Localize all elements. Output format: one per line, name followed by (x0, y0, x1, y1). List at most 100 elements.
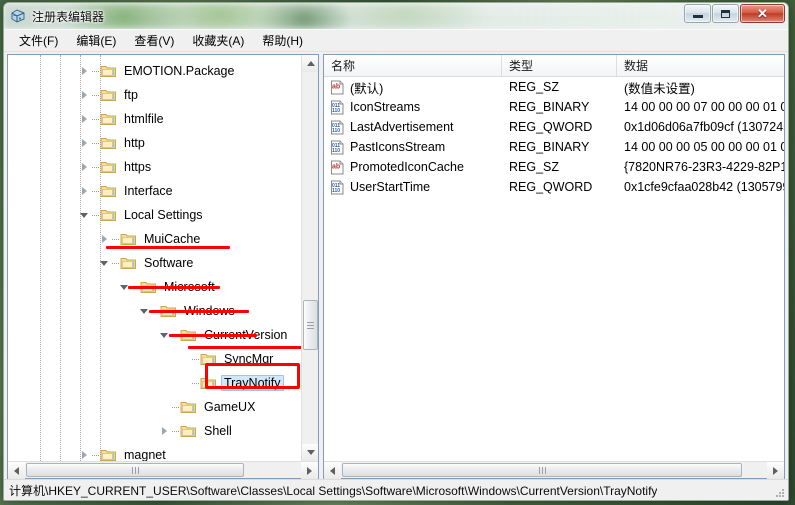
values-horizontal-scrollbar[interactable] (324, 461, 784, 479)
tree-item-syncmgr[interactable]: SyncMgr (8, 347, 301, 371)
tree-hscroll-thumb[interactable] (26, 463, 244, 477)
value-name-label: UserStartTime (350, 180, 431, 194)
collapse-arrow-icon[interactable] (96, 251, 112, 275)
tree-item-magnet[interactable]: magnet (8, 443, 301, 461)
expand-arrow-icon[interactable] (76, 59, 92, 83)
tree-scroll-thumb[interactable] (303, 300, 318, 350)
maximize-button[interactable] (712, 4, 739, 23)
tree-item-local-settings[interactable]: Local Settings (8, 203, 301, 227)
registry-editor-icon (10, 8, 26, 24)
table-row[interactable]: ab (默认) REG_SZ (数值未设置) (324, 77, 784, 97)
tree-item-gameux[interactable]: GameUX (8, 395, 301, 419)
table-row[interactable]: 011 110 IconStreams REG_BINARY 14 00 00 00 0… (324, 97, 784, 117)
folder-icon (180, 400, 197, 414)
annotation-underline (169, 334, 257, 337)
title-bar[interactable]: 注册表编辑器 ✕ (4, 3, 788, 30)
folder-icon (180, 424, 197, 438)
tree-horizontal-scrollbar[interactable] (8, 461, 318, 479)
tree-scroll-up-button[interactable] (302, 55, 318, 72)
table-row[interactable]: 011 110 UserStartTime REG_QWORD 0x1cfe9cfaa0… (324, 177, 784, 197)
value-type-cell: REG_SZ (509, 160, 560, 174)
value-type-cell: REG_QWORD (509, 120, 593, 134)
value-name-label: (默认) (350, 81, 384, 96)
tree-item-interface[interactable]: Interface (8, 179, 301, 203)
value-name-cell: 011 110 UserStartTime (324, 180, 502, 195)
registry-path: 计算机\HKEY_CURRENT_USER\Software\Classes\L… (9, 483, 658, 498)
svg-text:110: 110 (332, 108, 340, 114)
tree-item-emotion-package[interactable]: EMOTION.Package (8, 59, 301, 83)
tree-item-traynotify[interactable]: TrayNotify (8, 371, 301, 395)
grip-icon (131, 466, 140, 474)
menu-help[interactable]: 帮助(H) (253, 30, 312, 51)
registry-tree[interactable]: EMOTION.Package ftp htmlfile http https Inter… (8, 55, 318, 461)
tree-scroll-left-button[interactable] (8, 462, 25, 479)
tree-item-label: TrayNotify (221, 375, 284, 391)
registry-editor-window: 注册表编辑器 ✕ 文件(F) 编辑(E) 查看(V) 收藏夹(A) 帮助(H) … (3, 2, 789, 501)
values-list[interactable]: ab (默认) REG_SZ (数值未设置) 011 110 IconStreams REG_… (324, 77, 784, 461)
svg-text:110: 110 (332, 148, 340, 154)
tree-connector (92, 107, 100, 131)
values-hscroll-thumb[interactable] (342, 463, 742, 477)
tree-item-software[interactable]: Software (8, 251, 301, 275)
resize-grip-icon[interactable] (774, 486, 786, 498)
tree-item-label: Interface (124, 184, 173, 198)
menu-file[interactable]: 文件(F) (10, 30, 67, 51)
expand-arrow-icon[interactable] (76, 179, 92, 203)
tree-connector (92, 131, 100, 155)
column-header-data[interactable]: 数据 (617, 55, 784, 76)
maximize-icon (721, 9, 730, 18)
menu-view[interactable]: 查看(V) (125, 30, 183, 51)
collapse-arrow-icon[interactable] (76, 203, 92, 227)
value-name-cell: ab (默认) (324, 78, 502, 97)
expand-arrow-icon[interactable] (76, 443, 92, 461)
column-header-type[interactable]: 类型 (502, 55, 617, 76)
tree-item-currentversion[interactable]: CurrentVersion (8, 323, 301, 347)
annotation-underline (128, 286, 220, 289)
table-row[interactable]: ab PromotedIconCache REG_SZ {7820NR76-23R3-… (324, 157, 784, 177)
status-bar: 计算机\HKEY_CURRENT_USER\Software\Classes\L… (4, 479, 788, 500)
folder-icon (100, 448, 117, 461)
values-scroll-right-button[interactable] (767, 462, 784, 479)
tree-item-label: Local Settings (124, 208, 203, 222)
value-data-cell: 0x1cfe9cfaa028b42 (1305799 (624, 180, 784, 194)
string-value-icon: ab (330, 80, 345, 95)
value-name-label: PastIconsStream (350, 140, 446, 154)
column-header-name[interactable]: 名称 (324, 55, 502, 76)
string-value-icon: ab (330, 160, 345, 175)
value-data-cell: (数值未设置) (624, 81, 695, 96)
expand-arrow-icon[interactable] (156, 419, 172, 443)
menu-edit[interactable]: 编辑(E) (67, 30, 125, 51)
table-row[interactable]: 011 110 PastIconsStream REG_BINARY 14 00 00 … (324, 137, 784, 157)
value-data-cell: 0x1d06d06a7fb09cf (1307245 (624, 120, 784, 134)
expand-arrow-icon[interactable] (76, 83, 92, 107)
values-scroll-left-button[interactable] (324, 462, 341, 479)
tree-item-shell[interactable]: Shell (8, 419, 301, 443)
content-area: EMOTION.Package ftp htmlfile http https Inter… (4, 52, 788, 479)
folder-icon (120, 232, 137, 246)
tree-item-htmlfile[interactable]: htmlfile (8, 107, 301, 131)
tree-vertical-scrollbar[interactable] (301, 55, 318, 461)
tree-item-http[interactable]: http (8, 131, 301, 155)
folder-icon (100, 136, 117, 150)
values-column-headers: 名称 类型 数据 (324, 55, 784, 77)
value-data-cell: 14 00 00 00 05 00 00 00 01 0 (624, 140, 784, 154)
menu-favorites[interactable]: 收藏夹(A) (183, 30, 253, 51)
tree-item-label: SyncMgr (224, 352, 274, 366)
tree-item-label: ftp (124, 88, 138, 102)
tree-item-https[interactable]: https (8, 155, 301, 179)
value-type-cell: REG_SZ (509, 80, 560, 94)
tree-scroll-down-button[interactable] (302, 444, 318, 461)
tree-item-ftp[interactable]: ftp (8, 83, 301, 107)
table-row[interactable]: 011 110 LastAdvertisement REG_QWORD 0x1d06d0… (324, 117, 784, 137)
tree-item-label: Shell (204, 424, 232, 438)
expand-arrow-icon[interactable] (76, 155, 92, 179)
close-button[interactable]: ✕ (740, 4, 785, 23)
menu-bar: 文件(F) 编辑(E) 查看(V) 收藏夹(A) 帮助(H) (4, 30, 788, 52)
tree-scroll-right-button[interactable] (301, 462, 318, 479)
expand-arrow-icon[interactable] (76, 131, 92, 155)
binary-value-icon: 011 110 (330, 100, 345, 115)
minimize-button[interactable] (684, 4, 711, 23)
tree-item-label: GameUX (204, 400, 256, 414)
expand-arrow-icon[interactable] (76, 107, 92, 131)
